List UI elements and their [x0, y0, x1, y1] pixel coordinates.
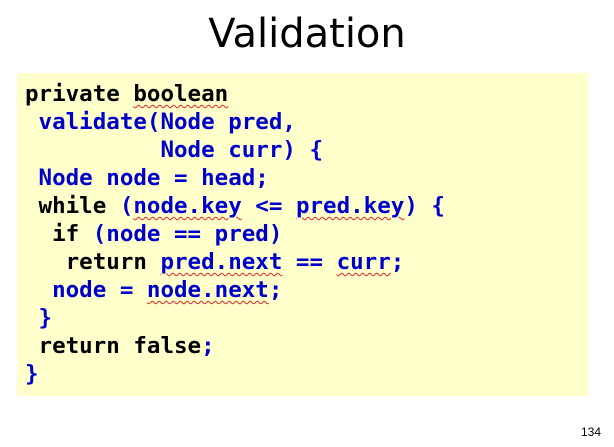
code-line: validate(Node pred,	[25, 108, 445, 136]
code-token: Node node = head;	[25, 165, 269, 191]
code-line: while (node.key <= pred.key) {	[25, 192, 445, 220]
code-line: }	[25, 360, 445, 388]
code-token: node.next	[146, 277, 269, 303]
code-token: }	[25, 361, 39, 387]
code-line: if (node == pred)	[25, 220, 445, 248]
code-line: return false;	[25, 332, 445, 360]
code-listing: private boolean validate(Node pred, Node…	[25, 80, 445, 388]
code-line: Node curr) {	[25, 136, 445, 164]
code-token: return false	[25, 333, 202, 359]
code-token: boolean	[133, 81, 229, 107]
code-line: node = node.next;	[25, 276, 445, 304]
code-token: pred.key	[295, 193, 405, 219]
code-token: curr	[336, 249, 391, 275]
code-token: (node == pred)	[92, 221, 283, 247]
code-token: ) {	[404, 193, 445, 219]
code-token: <=	[241, 193, 296, 219]
code-line: Node node = head;	[25, 164, 445, 192]
code-token: node =	[25, 277, 147, 303]
code-line: }	[25, 304, 445, 332]
code-token: private	[25, 81, 134, 107]
code-token: validate(Node pred,	[25, 109, 296, 135]
code-token: if	[25, 221, 93, 247]
code-token: node.key	[133, 193, 242, 219]
code-token: ==	[282, 249, 337, 275]
code-token: (	[119, 193, 134, 219]
code-token: Node curr) {	[25, 137, 324, 163]
page-number: 134	[580, 425, 601, 439]
code-token: ;	[201, 333, 215, 359]
slide-title: Validation	[208, 11, 406, 57]
code-token: return	[25, 249, 161, 275]
code-token: ;	[390, 249, 405, 275]
code-block: private boolean validate(Node pred, Node…	[17, 73, 588, 396]
code-token: ;	[268, 277, 283, 303]
code-token: }	[25, 305, 53, 331]
code-token: while	[25, 193, 120, 219]
code-token: pred.next	[160, 249, 283, 275]
code-line: private boolean	[25, 80, 445, 108]
code-line: return pred.next == curr;	[25, 248, 445, 276]
